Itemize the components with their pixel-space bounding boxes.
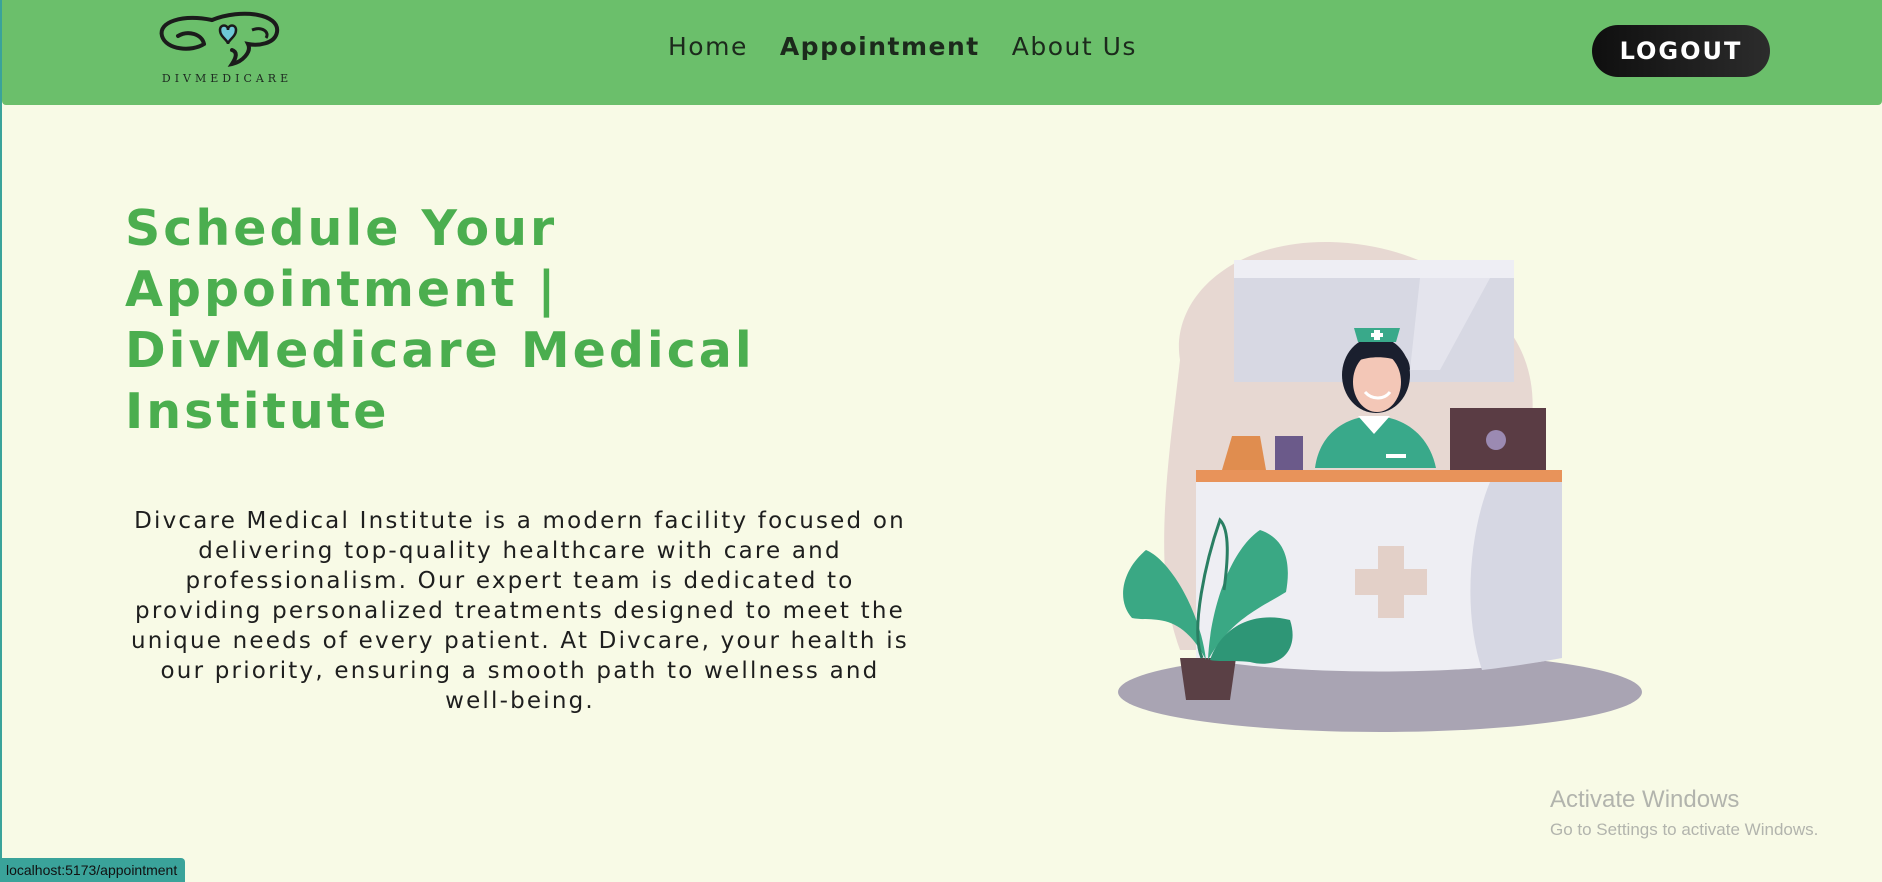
activate-windows-subtitle: Go to Settings to activate Windows. <box>1550 820 1819 839</box>
activate-windows-title: Activate Windows <box>1550 786 1740 813</box>
browser-status-url: localhost:5173/appointment <box>0 858 186 882</box>
main-nav: Home Appointment About Us <box>668 32 1137 61</box>
logout-button[interactable]: LOGOUT <box>1592 25 1770 77</box>
nav-home-link[interactable]: Home <box>668 32 748 61</box>
windows-activation-notice: Activate Windows Go to Settings to activ… <box>1550 786 1818 840</box>
page-title: Schedule Your Appointment | DivMedicare … <box>125 200 755 440</box>
nav-about-us-link[interactable]: About Us <box>1012 32 1137 61</box>
institute-description: Divcare Medical Institute is a modern fa… <box>131 508 909 714</box>
nav-appointment-link[interactable]: Appointment <box>780 32 980 61</box>
brain-heart-logo-icon <box>159 11 280 67</box>
divmedicare-logo[interactable]: DIVMEDICARE <box>142 6 322 90</box>
logo-wordmark: DIVMEDICARE <box>161 72 293 85</box>
top-navbar: DIVMEDICARE Home Appointment About Us LO… <box>2 0 1882 105</box>
window-left-border <box>0 0 2 882</box>
nurse-reception-desk-illustration <box>1118 241 1642 732</box>
